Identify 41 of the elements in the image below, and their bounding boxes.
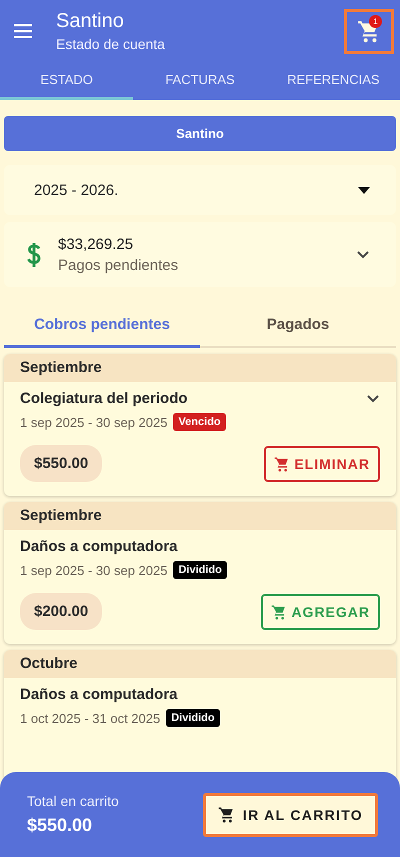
balance-amount: $33,269.25 <box>58 236 134 252</box>
price-chip: $200.00 <box>20 593 102 630</box>
date-range: 1 sep 2025 - 30 sep 2025 <box>20 562 168 578</box>
tab[interactable]: REFERENCIAS <box>266 62 400 100</box>
cart-icon <box>218 806 235 823</box>
app-title: Santino <box>56 10 125 33</box>
dollar-icon <box>26 242 42 268</box>
go-to-cart-button[interactable]: IR AL CARRITO <box>202 792 378 836</box>
date-range: 1 oct 2025 - 31 oct 2025 <box>20 710 160 726</box>
student-button[interactable]: Santino <box>4 116 396 151</box>
balance-card[interactable]: $33,269.25 Pagos pendientes <box>4 222 396 287</box>
cart-icon <box>271 604 288 620</box>
charge-title: Daños a computadora <box>20 538 178 555</box>
charge-title: Daños a computadora <box>20 686 178 703</box>
cart-button[interactable]: 1 <box>344 8 394 54</box>
status-tag: Dividido <box>173 561 227 579</box>
dropdown-arrow-icon <box>358 186 370 194</box>
price-chip: $550.00 <box>20 445 102 482</box>
cart-total: $550.00 <box>27 815 94 836</box>
month-header: Septiembre <box>4 502 396 530</box>
cart-total-label: Total en carrito <box>27 793 119 809</box>
tab[interactable]: Cobros pendientes <box>4 304 200 348</box>
charge-title: Colegiatura del periodo <box>20 390 188 407</box>
period-dropdown[interactable]: 2025 - 2026. <box>4 165 396 215</box>
status-tag: Vencido <box>173 413 226 431</box>
chevron-down-icon[interactable] <box>366 394 380 404</box>
remove-button[interactable]: ELIMINAR <box>264 446 380 482</box>
cart-icon <box>274 456 290 472</box>
menu-icon[interactable] <box>14 24 32 38</box>
chevron-down-icon[interactable] <box>356 250 370 260</box>
cart-badge: 1 <box>369 14 382 28</box>
tab[interactable]: FACTURAS <box>133 62 267 100</box>
date-range: 1 sep 2025 - 30 sep 2025 <box>20 414 168 430</box>
month-header: Septiembre <box>4 354 396 382</box>
status-tag: Dividido <box>166 709 220 727</box>
tab[interactable]: Pagados <box>200 304 396 348</box>
month-header: Octubre <box>4 650 396 678</box>
balance-label: Pagos pendientes <box>58 256 180 274</box>
add-button[interactable]: AGREGAR <box>261 594 380 630</box>
app-subtitle: Estado de cuenta <box>56 36 166 52</box>
tab[interactable]: ESTADO <box>0 62 134 100</box>
